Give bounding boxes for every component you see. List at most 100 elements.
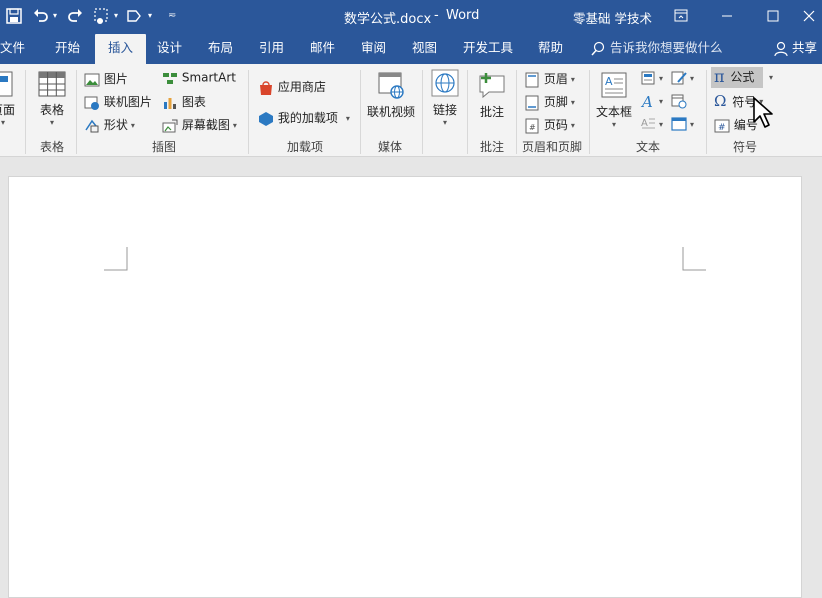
- share-label: 共享: [791, 40, 817, 55]
- document-title: 数学公式.docx: [344, 12, 432, 27]
- chart-button[interactable]: 图表: [162, 93, 206, 111]
- online-picture-icon: [84, 96, 99, 110]
- wordart-button[interactable]: A ▾: [640, 93, 663, 109]
- painter-dropdown-icon[interactable]: ▾: [148, 7, 152, 25]
- touch-mode-icon[interactable]: [93, 7, 111, 25]
- header-button[interactable]: 页眉 ▾: [524, 70, 575, 88]
- shapes-icon: [85, 119, 99, 132]
- tell-me-search[interactable]: 告诉我你想要做什么: [590, 34, 723, 64]
- equation-button[interactable]: π 公式: [711, 67, 763, 88]
- tab-file[interactable]: 文件: [0, 34, 25, 64]
- date-time-icon: [671, 94, 687, 109]
- number-icon: #: [714, 119, 730, 133]
- comment-icon: [479, 73, 505, 99]
- omega-icon: Ω: [714, 92, 727, 110]
- store-button[interactable]: 应用商店: [258, 78, 326, 96]
- tab-mailings[interactable]: 邮件: [310, 34, 335, 64]
- document-page[interactable]: [8, 176, 802, 598]
- tab-review[interactable]: 审阅: [361, 34, 386, 64]
- margin-mark-top-right: [682, 247, 706, 271]
- drop-cap-button[interactable]: A ▾: [640, 116, 663, 132]
- minimize-icon[interactable]: [704, 0, 750, 32]
- date-time-button[interactable]: [671, 93, 687, 109]
- picture-icon: [84, 73, 100, 86]
- mouse-cursor-icon: [753, 97, 773, 128]
- svg-text:#: #: [718, 123, 726, 133]
- margin-mark-top-left: [104, 247, 128, 271]
- text-box-label: 文本框: [595, 105, 632, 119]
- share-button[interactable]: 共享: [774, 34, 817, 64]
- links-label: 链接: [432, 103, 457, 117]
- title-separator: -: [434, 8, 439, 23]
- page-number-button[interactable]: # 页码 ▾: [524, 116, 575, 134]
- customize-qat-icon[interactable]: ≂: [168, 7, 176, 25]
- tab-design[interactable]: 设计: [157, 34, 182, 64]
- links-button[interactable]: 链接 ▾: [428, 68, 462, 127]
- ribbon-tab-bar: 文件 开始 插入 设计 布局 引用 邮件 审阅 视图 开发工具 帮助 告诉我你想…: [0, 34, 822, 64]
- smartart-button[interactable]: SmartArt: [162, 70, 236, 86]
- svg-text:A: A: [641, 118, 648, 129]
- online-pictures-button[interactable]: 联机图片: [84, 93, 152, 111]
- link-icon: [431, 69, 459, 97]
- tab-home[interactable]: 开始: [55, 34, 80, 64]
- table-icon: [38, 71, 66, 97]
- ribbon-insert: 页面 ▾ 表格 ▾ 表格 图片 联机图片: [0, 64, 822, 157]
- undo-icon[interactable]: [33, 7, 49, 25]
- text-box-icon: A: [601, 72, 627, 98]
- tab-layout[interactable]: 布局: [208, 34, 233, 64]
- group-label-header-footer: 页眉和页脚: [522, 140, 583, 154]
- tab-references[interactable]: 引用: [259, 34, 284, 64]
- svg-text:A: A: [605, 75, 613, 88]
- comment-label: 批注: [479, 105, 504, 119]
- signature-line-button[interactable]: ▾: [671, 70, 694, 86]
- title-bar: ▾ ▾ ▾ ≂ 数学公式.docx - Word 零基础 学技术: [0, 0, 822, 34]
- store-icon: [260, 80, 272, 95]
- undo-dropdown-icon[interactable]: ▾: [53, 7, 57, 25]
- tab-developer[interactable]: 开发工具: [463, 34, 513, 64]
- save-icon[interactable]: [6, 7, 22, 25]
- group-label-symbols: 符号: [733, 140, 758, 154]
- tab-view[interactable]: 视图: [412, 34, 437, 64]
- page-number-icon: #: [525, 118, 539, 133]
- screenshot-button[interactable]: 屏幕截图 ▾: [162, 116, 237, 134]
- group-label-comments: 批注: [480, 140, 505, 154]
- close-icon[interactable]: [796, 0, 822, 32]
- group-label-tables: 表格: [40, 140, 65, 154]
- object-button[interactable]: ▾: [671, 116, 694, 132]
- maximize-icon[interactable]: [750, 0, 796, 32]
- redo-icon[interactable]: [67, 7, 83, 25]
- tab-help[interactable]: 帮助: [538, 34, 563, 64]
- signature-pen-icon: [671, 71, 687, 85]
- page-icon: [0, 71, 13, 97]
- my-addins-button[interactable]: 我的加载项 ▾: [258, 109, 350, 127]
- quick-parts-button[interactable]: ▾: [640, 70, 663, 86]
- shapes-button[interactable]: 形状 ▾: [84, 116, 135, 134]
- new-comment-button[interactable]: 批注: [474, 70, 510, 120]
- search-placeholder: 告诉我你想要做什么: [609, 40, 723, 55]
- lightbulb-search-icon: [591, 41, 605, 55]
- online-video-icon: [378, 72, 404, 99]
- pages-label: 页面: [0, 103, 15, 117]
- header-icon: [525, 72, 539, 87]
- pictures-button[interactable]: 图片: [84, 70, 128, 88]
- online-video-button[interactable]: 联机视频: [365, 70, 417, 120]
- app-name: Word: [446, 8, 480, 23]
- account-name[interactable]: 零基础 学技术: [573, 8, 652, 27]
- svg-text:#: #: [529, 123, 536, 132]
- tab-insert[interactable]: 插入: [95, 34, 147, 64]
- equation-dropdown[interactable]: ▾: [769, 73, 773, 82]
- table-button[interactable]: 表格 ▾: [33, 70, 71, 127]
- format-painter-icon[interactable]: [126, 7, 144, 25]
- ribbon-display-icon[interactable]: [658, 0, 704, 32]
- quick-parts-icon: [641, 71, 655, 85]
- table-label: 表格: [39, 103, 64, 117]
- group-label-illustrations: 插图: [152, 140, 177, 154]
- pages-button[interactable]: 页面 ▾: [0, 70, 18, 127]
- text-box-button[interactable]: A 文本框 ▾: [594, 70, 634, 129]
- pi-icon: π: [714, 67, 725, 86]
- group-label-addins: 加载项: [287, 140, 324, 154]
- smartart-icon: [163, 73, 177, 84]
- touch-dropdown-icon[interactable]: ▾: [114, 7, 118, 25]
- drop-cap-icon: A: [641, 118, 655, 129]
- footer-button[interactable]: 页脚 ▾: [524, 93, 575, 111]
